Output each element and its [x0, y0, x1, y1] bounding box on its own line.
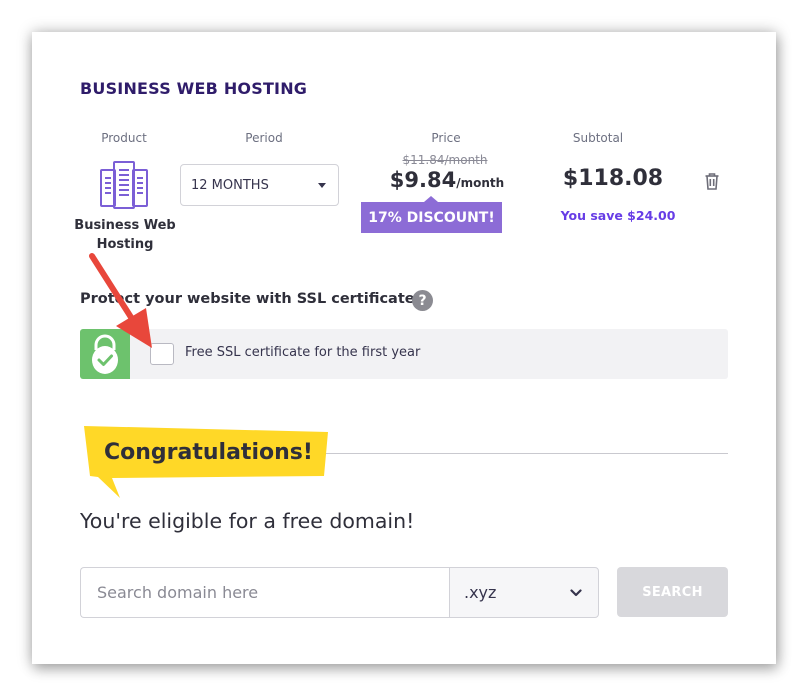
subtotal-value: $118.08 — [562, 166, 664, 191]
discount-badge: 17% DISCOUNT! — [361, 196, 502, 233]
column-header-price: Price — [431, 131, 461, 145]
column-header-product: Product — [101, 131, 147, 145]
column-header-period: Period — [245, 131, 283, 145]
help-icon[interactable]: ? — [412, 290, 433, 311]
tld-select[interactable]: .xyz — [449, 567, 599, 618]
chevron-down-icon — [570, 588, 582, 596]
free-domain-heading: You're eligible for a free domain! — [80, 509, 415, 533]
congrats-text: Congratulations! — [104, 440, 313, 465]
original-price: $11.84/month — [402, 153, 488, 167]
caret-down-icon — [318, 182, 326, 188]
cart-card: BUSINESS WEB HOSTING Product Period Pric… — [32, 32, 776, 664]
period-select[interactable]: 12 MONTHS — [180, 164, 339, 206]
discounted-price: $9.84/month — [372, 168, 522, 192]
ssl-option-label: Free SSL certificate for the first year — [185, 345, 421, 360]
column-header-subtotal: Subtotal — [572, 131, 624, 145]
domain-search-input[interactable] — [80, 567, 449, 618]
lock-check-icon — [92, 334, 118, 374]
ssl-checkbox[interactable] — [150, 343, 174, 365]
ssl-option-row: Free SSL certificate for the first year — [80, 329, 728, 379]
trash-icon[interactable] — [702, 171, 722, 191]
plan-title: BUSINESS WEB HOSTING — [80, 79, 308, 98]
price-unit: /month — [456, 176, 505, 190]
tld-value: .xyz — [464, 583, 497, 602]
discounted-price-amount: $9.84 — [389, 168, 457, 192]
ssl-heading: Protect your website with SSL certificat… — [80, 291, 415, 307]
period-value: 12 MONTHS — [191, 177, 269, 193]
server-rack-icon — [100, 161, 148, 209]
ssl-badge — [80, 329, 130, 379]
product-name: Business Web Hosting — [74, 218, 176, 252]
savings-text: You save $24.00 — [560, 208, 676, 223]
section-divider — [287, 453, 728, 454]
search-button[interactable]: SEARCH — [617, 567, 728, 617]
